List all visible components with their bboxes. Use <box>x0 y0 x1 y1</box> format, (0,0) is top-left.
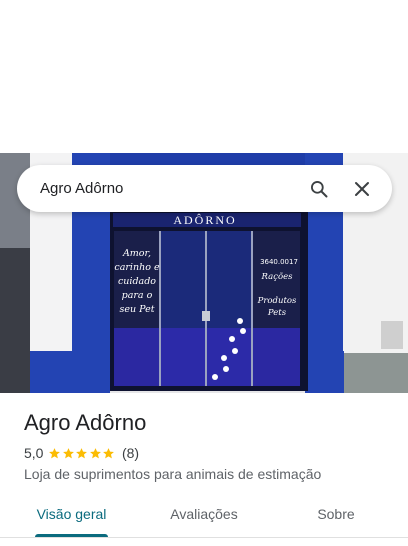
tab-about[interactable]: Sobre <box>296 492 376 536</box>
star-icon <box>76 447 88 458</box>
star-icon <box>63 447 74 458</box>
window-text-line: Produtos <box>257 296 297 306</box>
window-text-line: Rações <box>261 271 294 282</box>
star-icon <box>49 447 61 458</box>
star-icon <box>90 447 101 458</box>
rating-row[interactable]: 5,0 (8) <box>24 445 392 461</box>
search-input[interactable]: Agro Adôrno <box>40 180 304 197</box>
window-phone: 3640.0017 <box>260 258 298 266</box>
tab-reviews[interactable]: Avaliações <box>156 492 252 536</box>
window-text-line: Amor, <box>122 248 151 259</box>
place-category[interactable]: Loja de suprimentos para animais de esti… <box>24 466 392 482</box>
place-info: Agro Adôrno 5,0 (8) Loja de suprimentos … <box>24 410 392 482</box>
review-count[interactable]: (8) <box>122 445 139 461</box>
place-tabs: Visão geral Avaliações Sobre <box>0 492 408 538</box>
star-rating <box>48 447 116 460</box>
window-text-line: Pets <box>267 308 287 318</box>
search-bar[interactable]: Agro Adôrno <box>17 165 392 212</box>
rating-value: 5,0 <box>24 445 44 461</box>
star-icon <box>103 447 115 458</box>
tab-overview[interactable]: Visão geral <box>24 492 119 536</box>
window-text-line: cuidado <box>118 276 156 287</box>
tabs-divider <box>0 537 408 538</box>
store-sign: ADÔRNO <box>173 213 236 227</box>
place-name: Agro Adôrno <box>24 410 147 435</box>
search-icon[interactable] <box>304 174 334 204</box>
window-text-line: seu Pet <box>119 304 154 315</box>
window-text-line: para o <box>122 290 153 301</box>
close-icon[interactable] <box>347 174 377 204</box>
window-text-line: carinho e <box>114 262 160 273</box>
